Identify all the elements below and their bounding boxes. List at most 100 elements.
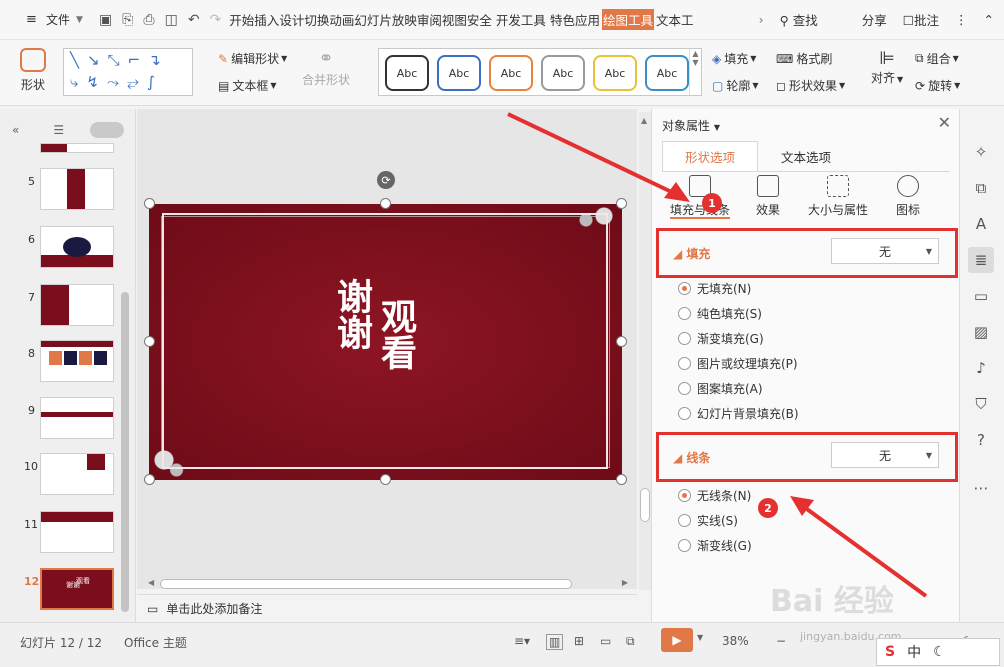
fill-section-label[interactable]: ◢ 填充 [673,245,710,262]
rotate-button[interactable]: ⟳ 旋转 ▼ [915,77,960,94]
radio-line-gradient[interactable] [678,539,691,552]
fill-option-gradient[interactable]: 渐变填充(G) [678,330,764,347]
sogou-icon[interactable]: S [885,644,895,660]
fill-option-slide-bg[interactable]: 幻灯片背景填充(B) [678,405,799,422]
tab-slideshow[interactable]: 幻灯片放映 [354,10,417,29]
image-icon[interactable]: ▨ [968,319,994,345]
play-dropdown-icon[interactable]: ▼ [697,633,703,642]
notes-pane[interactable]: ▭ 单击此处添加备注 [137,594,637,622]
line-shape-icon[interactable]: ╲ [70,51,79,69]
style-swatch-4[interactable]: Abc [541,55,585,91]
resize-handle-ml[interactable] [144,336,155,347]
ime-moon-icon[interactable]: ☾ [933,644,946,660]
canvas-horizontal-scrollbar[interactable]: ◀ ▶ [148,578,628,590]
resize-handle-tr[interactable] [616,198,627,209]
tab-review[interactable]: 审阅 [417,10,442,29]
align-button[interactable]: ⊫ 对齐 ▼ [871,48,903,86]
shield-icon[interactable]: ⛉ [968,391,994,417]
radio-fill-picture[interactable] [678,357,691,370]
arrow-shape-icon[interactable]: ↘ [87,51,100,69]
presenter-icon[interactable]: ⧉ [626,634,635,649]
radio-fill-gradient[interactable] [678,332,691,345]
style-swatch-5[interactable]: Abc [593,55,637,91]
search-button[interactable]: ⚲ 查找 [780,10,818,29]
line-option-none[interactable]: 无线条(N) [678,487,751,504]
subtab-size[interactable]: 大小与属性 [798,175,878,218]
radio-fill-solid[interactable] [678,307,691,320]
slide-title-watching[interactable]: 观看 [374,298,418,370]
tab-insert[interactable]: 插入 [254,10,279,29]
tab-shape-options[interactable]: 形状选项 [662,141,758,171]
copy-icon[interactable]: ⧉ [968,175,994,201]
resize-handle-bc[interactable] [380,474,391,485]
elbow-arrow-icon[interactable]: ↴ [148,51,161,69]
fill-option-solid[interactable]: 纯色填充(S) [678,305,762,322]
print-icon[interactable]: ⎙ [143,12,154,28]
text-style-icon[interactable]: A [968,211,994,237]
style-swatch-3[interactable]: Abc [489,55,533,91]
subtab-effect[interactable]: 效果 [728,175,808,218]
zoom-out-icon[interactable]: − [776,634,786,648]
more-options-icon[interactable]: ⋯ [968,475,994,501]
slide-sorter-icon[interactable]: ⊞ [574,634,584,648]
shape-button[interactable]: 形状 [20,48,46,93]
double-arrow-shape-icon[interactable]: ⤡ [108,51,120,69]
resize-handle-bl[interactable] [144,474,155,485]
tab-special[interactable]: 特色应用 [550,10,600,29]
tab-drawing-tools[interactable]: 绘图工具 [601,9,654,30]
resize-handle-mr[interactable] [616,336,627,347]
pin-icon[interactable]: ✧ [968,139,994,165]
box-icon[interactable]: ▭ [968,283,994,309]
thumbnail-partial[interactable] [40,143,114,153]
scroll-right-icon[interactable]: ▶ [622,578,628,587]
more-icon[interactable]: ⋮ [955,12,968,27]
style-swatch-2[interactable]: Abc [437,55,481,91]
radio-fill-pattern[interactable] [678,382,691,395]
radio-line-solid[interactable] [678,514,691,527]
elbow-connector-icon[interactable]: ⌐ [128,51,141,69]
tab-start[interactable]: 开始 [229,10,254,29]
slide-thumbnail-9[interactable] [40,397,114,439]
resize-handle-br[interactable] [616,474,627,485]
merge-shape-button[interactable]: ⚭ 合并形状 [302,48,350,88]
edit-shape-button[interactable]: ✎ 编辑形状 ▼ [218,50,287,67]
tabs-overflow-icon[interactable]: › [759,12,764,27]
resize-handle-tc[interactable] [380,198,391,209]
tab-developer[interactable]: 开发工具 [496,10,546,29]
curved-double-arrow-icon[interactable]: ⥂ [127,73,139,91]
theme-name[interactable]: Office 主题 [124,634,187,651]
style-swatch-6[interactable]: Abc [645,55,689,91]
shape-effect-button[interactable]: ◻ 形状效果 ▼ [776,77,845,94]
scroll-left-icon[interactable]: ◀ [148,578,154,587]
tab-text-tools[interactable]: 文本工 [656,10,694,29]
fill-option-none[interactable]: 无填充(N) [678,280,751,297]
comment-button[interactable]: ☐批注 [903,10,939,29]
gallery-scroll[interactable]: ▲ ▼ [689,49,701,95]
radio-line-none[interactable] [678,489,691,502]
fill-option-picture[interactable]: 图片或纹理填充(P) [678,355,798,372]
shape-gallery[interactable]: ╲ ↘ ⤡ ⌐ ↴ ⤷ ↯ ⤳ ⥂ ∫ [63,48,193,96]
slide-thumbnail-6[interactable] [40,226,114,268]
line-option-gradient[interactable]: 渐变线(G) [678,537,752,554]
redo-icon[interactable]: ↷ [210,12,222,28]
resize-handle-tl[interactable] [144,198,155,209]
elbow-double-arrow-icon[interactable]: ⤷ [70,73,78,91]
outline-view-icon[interactable]: ☰ [53,123,64,137]
format-brush-button[interactable]: ⌨ 格式刷 [776,50,832,67]
share-button[interactable]: 分享 [862,10,887,29]
line-select[interactable]: 无 ▼ [831,442,939,468]
radio-fill-slide-bg[interactable] [678,407,691,420]
fill-button[interactable]: ◈ 填充 ▼ [712,50,756,67]
undo-icon[interactable]: ↶ [188,12,200,28]
properties-icon[interactable]: ≣ [968,247,994,273]
preview-icon[interactable]: ◫ [165,12,178,28]
slide-thumbnail-7[interactable] [40,284,114,326]
export-icon[interactable]: ⎘ [122,12,133,28]
slide-title-thanks[interactable]: 谢谢 [330,278,374,350]
save-icon[interactable]: ▣ [99,12,112,28]
h-scroll-thumb[interactable] [160,579,572,589]
reading-view-icon[interactable]: ▭ [600,634,611,648]
audio-icon[interactable]: ♪ [968,355,994,381]
slide-view-icon[interactable] [90,122,124,138]
panel-title[interactable]: 对象属性 ▼ [662,117,720,134]
